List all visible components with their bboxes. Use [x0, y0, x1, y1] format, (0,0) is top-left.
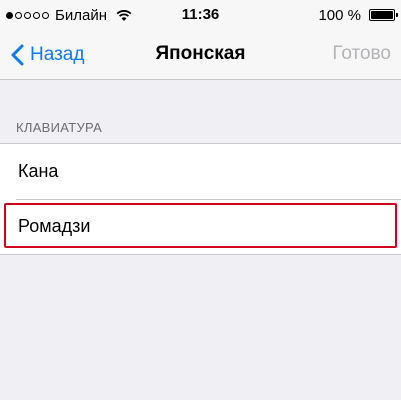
- battery-percent: 100 %: [318, 6, 361, 24]
- battery-icon: [369, 9, 398, 21]
- list-item-romaji[interactable]: Ромадзи: [0, 199, 401, 254]
- navigation-bar: Назад Японская Готово: [0, 30, 401, 80]
- status-bar: Билайн 11:36 100 %: [0, 0, 401, 30]
- list-item-kana[interactable]: Кана: [0, 144, 401, 199]
- list-item-label: Ромадзи: [18, 216, 91, 236]
- done-button[interactable]: Готово: [332, 43, 391, 65]
- keyboard-layout-list: Кана Ромадзи: [0, 143, 401, 255]
- status-right: 100 %: [318, 6, 398, 24]
- list-item-label: Кана: [18, 161, 59, 181]
- section-header: КЛАВИАТУРА: [16, 120, 103, 135]
